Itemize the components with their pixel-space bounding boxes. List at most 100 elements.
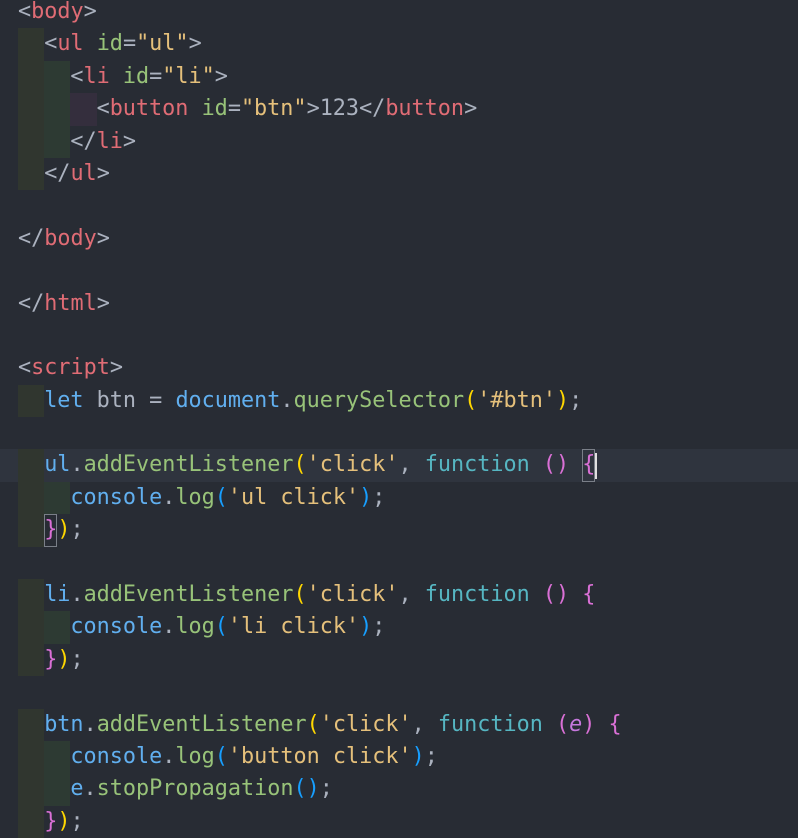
code-line[interactable]: }); [0,514,798,547]
text-cursor [595,452,598,479]
code-token: </ [18,290,45,316]
code-token: () [293,776,320,802]
code-token: console [70,743,163,769]
indent-guide [44,773,71,806]
code-token: , [411,711,438,737]
code-token: id [96,31,123,57]
code-token: "btn" [240,96,307,122]
code-line[interactable] [0,190,798,222]
code-token: = [149,63,163,89]
code-token: < [44,31,58,57]
code-token: } [44,808,58,834]
code-token: </ [359,96,386,122]
code-token: . [162,484,176,510]
code-token: > [306,96,320,122]
code-token: () [542,452,570,478]
code-line[interactable] [0,676,798,708]
code-token: log [175,743,215,769]
code-line[interactable] [0,255,798,287]
code-line[interactable]: < button id = "btn" >123 </button > [0,93,798,126]
code-token: document [175,387,281,413]
indent-guide [44,60,71,94]
code-line[interactable]: e. stopPropagation(); [0,773,798,806]
indent-guide [44,740,71,774]
code-line[interactable]: < li id = "li" > [0,60,798,94]
code-editor[interactable]: < body > < ul id = "ul" > < li id = "li" > < button id… [0,0,798,838]
code-token: </ [70,128,97,154]
indent-guide [18,60,45,94]
code-token: ; [569,387,583,413]
indent-guide [18,611,45,644]
code-token: . [83,711,97,737]
code-token: ; [372,614,386,640]
code-token: } [44,646,58,672]
code-line[interactable]: li. addEventListener('click', function ()… [0,579,798,612]
code-token: body [44,225,97,251]
code-line[interactable]: < script > [0,352,798,384]
code-token: ( [214,743,228,769]
code-token: id [122,63,150,89]
code-token: ( [464,387,478,413]
code-token: . [162,743,176,769]
code-token: 123 [319,96,360,122]
code-token: ) [359,484,373,510]
code-token: > [96,160,110,186]
code-token: { [608,711,622,737]
code-line[interactable]: </html > [0,288,798,320]
code-line[interactable] [0,417,798,449]
code-token: log [175,614,215,640]
code-line[interactable]: console. log('li click'); [0,611,798,644]
indent-guide [18,708,45,741]
code-token: > [83,0,97,24]
code-token: { [582,582,596,608]
code-token: li [96,128,123,154]
code-line[interactable]: btn. addEventListener('click', function (… [0,708,798,741]
indent-guide [18,481,45,515]
code-token: </ [18,225,45,251]
code-token: btn = [83,387,176,413]
code-line[interactable]: }); [0,643,798,677]
code-line[interactable]: </ul > [0,157,798,191]
code-token: button [109,96,189,122]
code-token: . [83,776,97,802]
code-line[interactable] [0,320,798,352]
code-token: > [96,225,110,251]
code-token: 'button click' [227,743,412,769]
code-token: ( [556,711,570,737]
indent-guide [44,481,71,515]
code-token: ) [582,711,596,737]
code-line[interactable]: </li > [0,125,798,158]
code-line[interactable]: ul. addEventListener('click', function ()… [0,449,798,482]
code-token: btn [44,711,84,737]
code-token: button [385,96,465,122]
code-token: ; [70,646,84,672]
code-token: > [464,96,478,122]
code-token: ( [214,484,228,510]
code-token: 'click' [319,711,412,737]
code-line[interactable]: < body > [0,0,798,28]
indent-guide [70,93,97,126]
code-token: function [424,452,530,478]
indent-guide [18,740,45,774]
code-token: ul [44,452,71,478]
code-line[interactable]: }); [0,805,798,838]
indent-guide [18,643,45,677]
code-line[interactable]: console. log('ul click'); [0,481,798,515]
code-token: } [44,514,58,547]
code-line[interactable]: </body > [0,223,798,255]
code-line[interactable]: console. log('button click'); [0,740,798,774]
code-line[interactable]: let btn = document. querySelector('#btn')… [0,384,798,418]
code-token: ; [319,776,333,802]
code-token: addEventListener [96,711,307,737]
indent-guide [18,449,45,482]
code-line[interactable]: < ul id = "ul" > [0,28,798,61]
indent-guide [44,93,71,126]
code-line[interactable] [0,547,798,579]
code-token: 'click' [306,452,399,478]
code-token: ; [424,743,438,769]
code-token: < [96,96,110,122]
code-token: ul [57,31,84,57]
